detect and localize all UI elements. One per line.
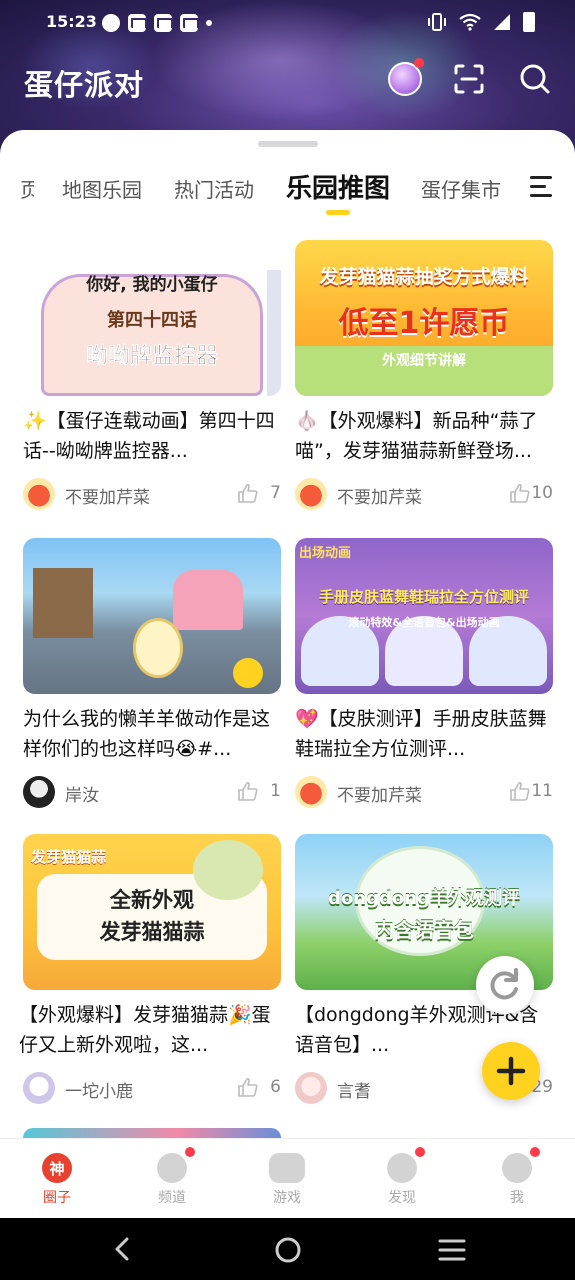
- back-icon[interactable]: [110, 1236, 134, 1262]
- post-thumbnail: 发芽猫猫蒜抽奖方式爆料 低至1许愿币 外观细节讲解: [295, 240, 553, 396]
- create-post-button[interactable]: [482, 1042, 540, 1100]
- post-title: 💖【皮肤测评】手册皮肤蓝舞鞋瑞拉全方位测评...: [295, 708, 547, 760]
- author-name[interactable]: 岸汝: [65, 781, 99, 806]
- author-name[interactable]: 不要加芹菜: [337, 483, 422, 508]
- thumbs-up-icon[interactable]: [237, 1077, 259, 1097]
- author-avatar[interactable]: [295, 478, 327, 510]
- post-thumbnail: 出场动画 手册皮肤蓝舞鞋瑞拉全方位测评 滚动特效&全语音包&出场动画: [295, 538, 553, 694]
- post-card[interactable]: 出场动画 手册皮肤蓝舞鞋瑞拉全方位测评 滚动特效&全语音包&出场动画 💖【皮肤测…: [295, 538, 553, 808]
- nav-item-games[interactable]: 游戏: [247, 1147, 327, 1207]
- post-thumbnail: 你好, 我的小蛋仔 第四十四话 呦呦牌监控器: [23, 240, 281, 396]
- system-navigation-bar: [0, 1218, 575, 1280]
- nav-item-me[interactable]: 我: [477, 1147, 557, 1207]
- user-avatar-button[interactable]: [388, 58, 424, 96]
- author-name[interactable]: 不要加芹菜: [65, 483, 150, 508]
- refresh-button[interactable]: [476, 956, 534, 1014]
- tab-hot-events[interactable]: 热门活动: [174, 174, 254, 203]
- bottom-nav: 神 圈子 频道 游戏 发现 我: [0, 1138, 575, 1218]
- mail-notification-icon: [154, 14, 173, 32]
- status-time: 15:23: [46, 12, 97, 31]
- tab-market[interactable]: 蛋仔集市: [421, 174, 501, 203]
- tab-map-park[interactable]: 地图乐园: [62, 174, 142, 203]
- wifi-icon: [459, 13, 481, 31]
- battery-icon: [523, 12, 535, 32]
- notification-badge: [530, 1147, 540, 1157]
- nav-item-discover[interactable]: 发现: [362, 1147, 442, 1207]
- clock-notification-icon: [102, 14, 120, 32]
- like-count: 6: [270, 1077, 281, 1097]
- status-bar: 15:23: [0, 0, 575, 46]
- recents-icon[interactable]: [438, 1238, 466, 1262]
- post-card[interactable]: 为什么我的懒羊羊做动作是这样你们的也这样吗😭#... 岸汝 1: [23, 538, 281, 808]
- post-title: 【外观爆料】发芽猫猫蒜🎉蛋仔又上新外观啦，这...: [19, 1004, 271, 1056]
- post-thumbnail: [23, 538, 281, 694]
- gamepad-icon: [269, 1153, 305, 1183]
- author-avatar[interactable]: [23, 478, 55, 510]
- tab-prev[interactable]: 页: [20, 174, 34, 203]
- post-card[interactable]: 发芽猫猫蒜抽奖方式爆料 低至1许愿币 外观细节讲解 🧄【外观爆料】新品种“蒜了喵…: [295, 240, 553, 510]
- post-title: 🧄【外观爆料】新品种“蒜了喵”，发芽猫猫蒜新鲜登场...: [295, 410, 538, 462]
- author-name[interactable]: 言耆: [337, 1077, 371, 1102]
- notification-badge: [414, 58, 424, 68]
- post-card[interactable]: 发芽猫猫蒜 全新外观 发芽猫猫蒜 【外观爆料】发芽猫猫蒜🎉蛋仔又上新外观啦，这.…: [19, 834, 281, 1104]
- nav-item-circle[interactable]: 神 圈子: [17, 1147, 97, 1207]
- plus-icon: [496, 1056, 526, 1086]
- like-count: 10: [531, 483, 553, 503]
- author-name[interactable]: 一坨小鹿: [65, 1077, 133, 1102]
- like-count: 1: [270, 781, 281, 801]
- mail-notification-icon: [180, 14, 199, 32]
- author-avatar[interactable]: [295, 1072, 327, 1104]
- more-notifications-icon: [206, 20, 212, 26]
- thumbs-up-icon[interactable]: [237, 483, 259, 503]
- sheet-drag-handle[interactable]: [258, 141, 318, 147]
- refresh-icon: [490, 968, 518, 1000]
- notification-badge: [185, 1147, 195, 1157]
- active-tab-indicator: [326, 210, 350, 215]
- app-title: 蛋仔派对: [24, 68, 145, 102]
- app-header: 15:23 蛋仔派对: [0, 0, 575, 150]
- author-avatar[interactable]: [23, 776, 55, 808]
- author-avatar[interactable]: [295, 776, 327, 808]
- notification-badge: [415, 1147, 425, 1157]
- tab-park-recommend[interactable]: 乐园推图: [286, 168, 390, 205]
- thumbs-up-icon[interactable]: [237, 781, 259, 801]
- post-card[interactable]: [23, 1128, 281, 1138]
- signal-icon: [494, 14, 510, 30]
- thumbs-up-icon[interactable]: [509, 483, 531, 503]
- post-card[interactable]: 你好, 我的小蛋仔 第四十四话 呦呦牌监控器 ✨【蛋仔连载动画】第四十四话--呦…: [23, 240, 281, 510]
- like-count: 11: [531, 781, 553, 801]
- vibrate-icon: [428, 13, 446, 31]
- planet-icon: [387, 1147, 425, 1183]
- nav-item-channel[interactable]: 频道: [132, 1147, 212, 1207]
- author-avatar[interactable]: [23, 1072, 55, 1104]
- home-icon[interactable]: [274, 1236, 302, 1264]
- mail-notification-icon: [128, 14, 147, 32]
- profile-icon: [502, 1147, 540, 1183]
- post-title: ✨【蛋仔连载动画】第四十四话--呦呦牌监控器...: [23, 410, 275, 462]
- post-title: 为什么我的懒羊羊做动作是这样你们的也这样吗😭#...: [23, 708, 271, 760]
- tab-menu-icon[interactable]: [530, 176, 554, 198]
- scan-icon[interactable]: [452, 62, 486, 96]
- category-tabs: 页 地图乐园 热门活动 乐园推图 蛋仔集市: [0, 160, 575, 218]
- author-name[interactable]: 不要加芹菜: [337, 781, 422, 806]
- content-sheet: 页 地图乐园 热门活动 乐园推图 蛋仔集市 你好, 我的小蛋仔 第四十四话 呦呦…: [0, 130, 575, 1218]
- circle-icon: 神: [42, 1153, 72, 1183]
- post-thumbnail: 发芽猫猫蒜 全新外观 发芽猫猫蒜: [23, 834, 281, 990]
- thumbs-up-icon[interactable]: [509, 781, 531, 801]
- chat-bubble-icon: [157, 1147, 195, 1183]
- like-count: 7: [270, 483, 281, 503]
- game-character: [133, 618, 183, 678]
- search-icon[interactable]: [518, 62, 552, 96]
